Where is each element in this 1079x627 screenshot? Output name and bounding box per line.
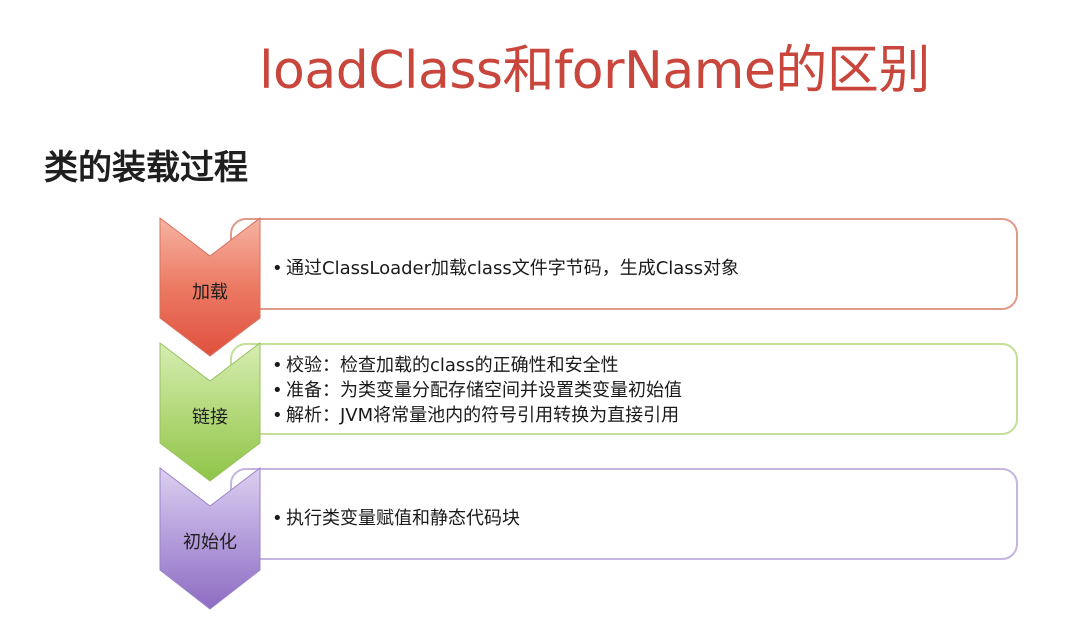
step-linking-item: 校验：检查加载的class的正确性和安全性	[272, 353, 682, 378]
step-loading-list: 通过ClassLoader加载class文件字节码，生成Class对象	[272, 256, 739, 281]
step-linking-label: 链接	[192, 407, 228, 428]
step-linking-item: 解析：JVM将常量池内的符号引用转换为直接引用	[272, 403, 682, 428]
step-init-chevron: 初始化	[158, 466, 262, 612]
step-linking-chevron: 链接	[158, 341, 262, 483]
step-loading-box: 通过ClassLoader加载class文件字节码，生成Class对象	[230, 218, 1018, 310]
step-loading-chevron: 加载	[158, 216, 262, 358]
step-loading-item: 通过ClassLoader加载class文件字节码，生成Class对象	[272, 256, 739, 281]
step-loading-label: 加载	[192, 282, 228, 303]
step-init-box: 执行类变量赋值和静态代码块	[230, 468, 1018, 560]
step-linking-list: 校验：检查加载的class的正确性和安全性 准备：为类变量分配存储空间并设置类变…	[272, 353, 682, 428]
step-init-label: 初始化	[183, 532, 237, 553]
step-init-item: 执行类变量赋值和静态代码块	[272, 506, 520, 531]
step-init-list: 执行类变量赋值和静态代码块	[272, 506, 520, 531]
step-linking-box: 校验：检查加载的class的正确性和安全性 准备：为类变量分配存储空间并设置类变…	[230, 343, 1018, 435]
step-linking-item: 准备：为类变量分配存储空间并设置类变量初始值	[272, 378, 682, 403]
class-loading-process-diagram: 通过ClassLoader加载class文件字节码，生成Class对象 加载 校…	[0, 0, 1079, 627]
